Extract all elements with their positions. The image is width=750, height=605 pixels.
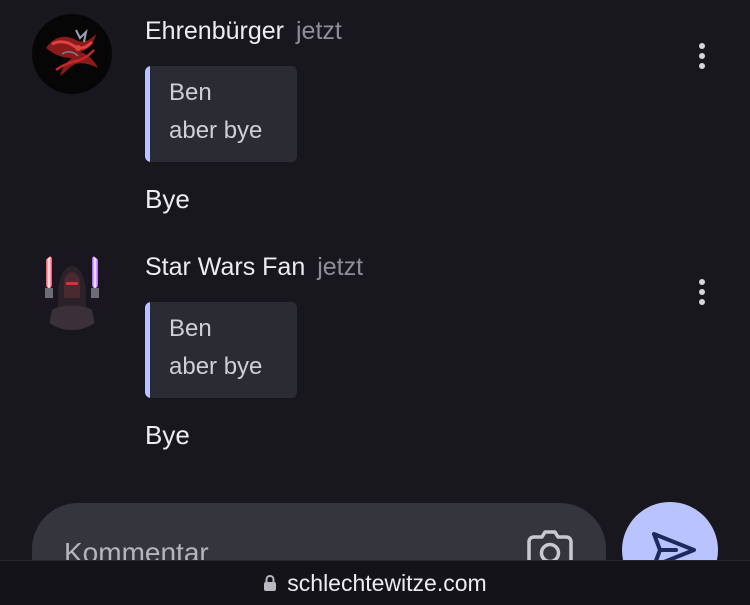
quote-author: Ben [169,79,212,106]
comment-header: Star Wars Fan jetzt [145,252,363,282]
avatar[interactable] [32,250,112,330]
lock-icon [264,574,277,591]
more-options-icon-dot [699,63,705,69]
comments-page: Ehrenbürger jetzt Ben aber bye Bye Star … [0,0,750,605]
timestamp: jetzt [317,253,364,281]
comment-text: Bye [145,184,190,214]
author-name[interactable]: Ehrenbürger [145,17,284,45]
author-name[interactable]: Star Wars Fan [145,253,305,281]
timestamp: jetzt [295,17,342,45]
more-options-icon-dot [699,299,705,305]
avatar[interactable] [32,14,112,94]
more-options-button[interactable] [690,275,714,309]
more-options-button[interactable] [690,39,714,73]
comment-text: Bye [145,420,190,450]
browser-address-bar: schlechtewitze.com [0,560,750,605]
quote-text: aber bye [169,117,263,144]
more-options-icon [699,43,705,49]
more-options-icon-dot [699,289,705,295]
quote-author: Ben [169,315,212,342]
quote-text: aber bye [169,353,263,380]
more-options-icon-dot [699,53,705,59]
quote-accent-bar [145,302,150,398]
more-options-icon [699,279,705,285]
quoted-reply[interactable]: Ben aber bye [145,302,297,398]
url-text: schlechtewitze.com [287,569,487,596]
comment-header: Ehrenbürger jetzt [145,16,342,46]
quote-accent-bar [145,66,150,162]
url-display[interactable]: schlechtewitze.com [0,561,750,605]
quoted-reply[interactable]: Ben aber bye [145,66,297,162]
